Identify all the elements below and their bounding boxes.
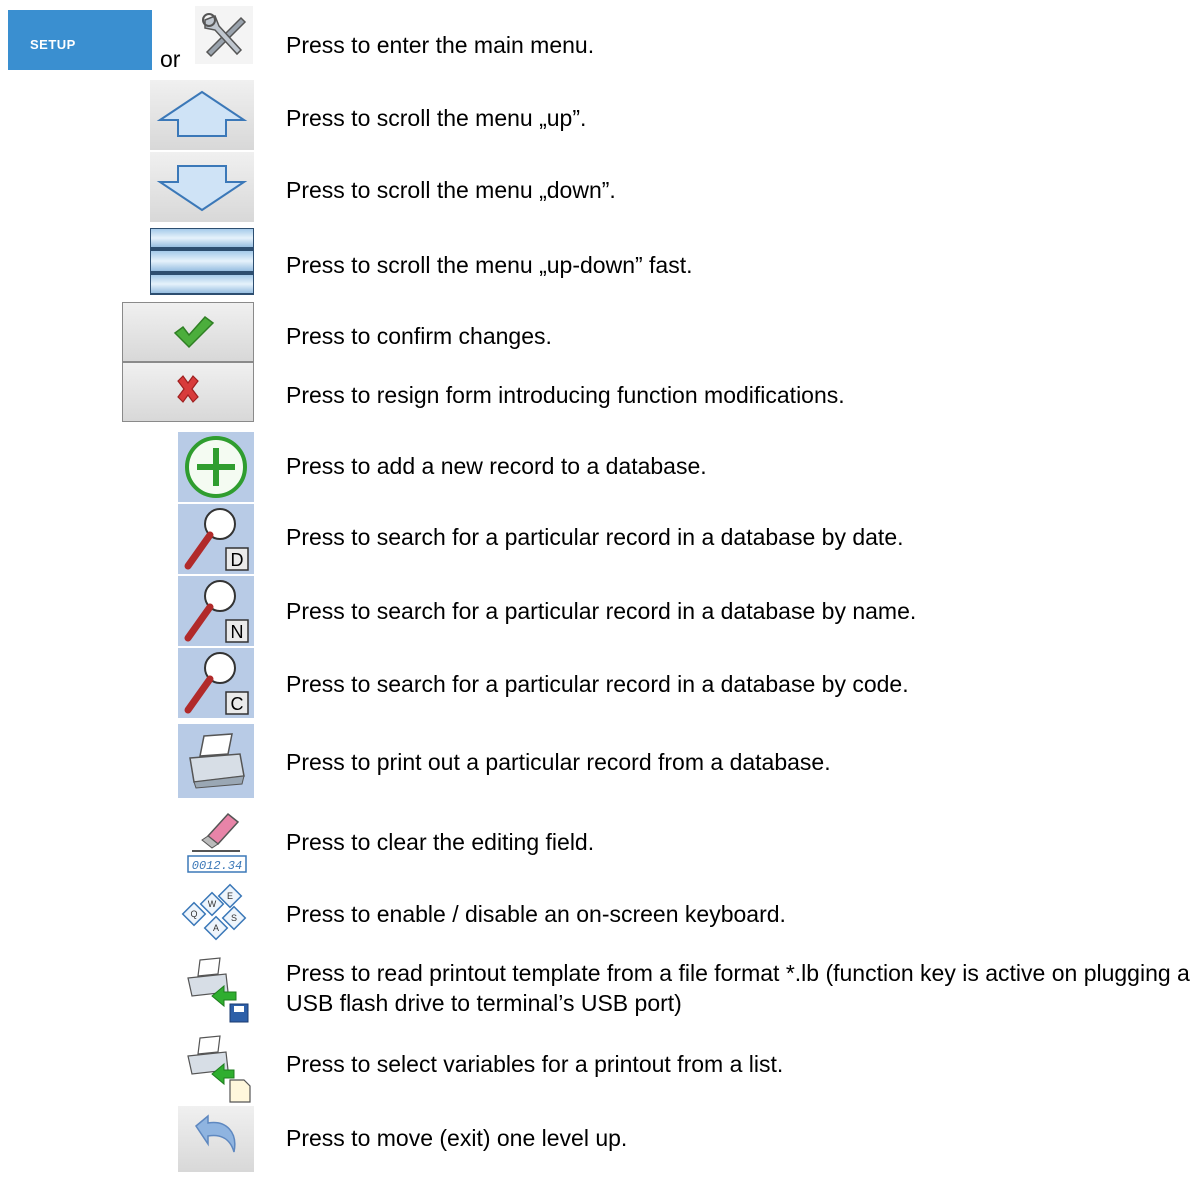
setup-button[interactable]: SETUP xyxy=(8,10,152,70)
key-a: A xyxy=(213,923,219,933)
desc-main-menu: Press to enter the main menu. xyxy=(286,32,595,58)
desc-scroll-down: Press to scroll the menu „down”. xyxy=(286,177,616,203)
eraser-icon[interactable]: 0012.34 xyxy=(178,806,254,876)
desc-select-variables: Press to select variables for a printout… xyxy=(286,1051,784,1077)
desc-scroll-up: Press to scroll the menu „up”. xyxy=(286,105,587,131)
desc-confirm: Press to confirm changes. xyxy=(286,323,552,349)
cross-icon[interactable] xyxy=(122,362,254,422)
search-code-icon[interactable]: C xyxy=(178,648,254,718)
printer-list-icon[interactable] xyxy=(178,1030,254,1104)
printer-usb-icon[interactable] xyxy=(178,950,254,1024)
arrow-up-icon[interactable] xyxy=(150,80,254,150)
scroll-bar-icon[interactable] xyxy=(150,228,254,296)
desc-add-record: Press to add a new record to a database. xyxy=(286,453,707,479)
desc-keyboard: Press to enable / disable an on-screen k… xyxy=(286,901,786,927)
desc-cancel: Press to resign form introducing functio… xyxy=(286,382,845,408)
key-q: Q xyxy=(190,909,197,919)
search-code-letter: C xyxy=(231,694,244,714)
keyboard-icon[interactable]: Q W E A S xyxy=(178,880,254,950)
desc-search-date: Press to search for a particular record … xyxy=(286,524,904,550)
back-arrow-icon[interactable] xyxy=(178,1106,254,1172)
checkmark-icon[interactable] xyxy=(122,302,254,362)
search-name-icon[interactable]: N xyxy=(178,576,254,646)
desc-clear-field: Press to clear the editing field. xyxy=(286,829,595,855)
desc-search-code: Press to search for a particular record … xyxy=(286,671,909,697)
search-name-letter: N xyxy=(231,622,244,642)
arrow-down-icon[interactable] xyxy=(150,152,254,222)
key-w: W xyxy=(208,899,217,909)
add-icon[interactable] xyxy=(178,432,254,502)
desc-exit-level: Press to move (exit) one level up. xyxy=(286,1125,628,1151)
key-s: S xyxy=(231,913,237,923)
desc-scroll-fast: Press to scroll the menu „up-down” fast. xyxy=(286,252,693,278)
desc-print-record: Press to print out a particular record f… xyxy=(286,749,831,775)
or-text: or xyxy=(160,46,181,72)
desc-read-template: Press to read printout template from a f… xyxy=(286,960,1190,1016)
desc-search-name: Press to search for a particular record … xyxy=(286,598,917,624)
printer-icon[interactable] xyxy=(178,724,254,798)
tools-icon[interactable] xyxy=(195,6,253,64)
eraser-digits: 0012.34 xyxy=(192,859,242,873)
search-date-letter: D xyxy=(231,550,244,570)
key-e: E xyxy=(227,891,233,901)
search-date-icon[interactable]: D xyxy=(178,504,254,574)
